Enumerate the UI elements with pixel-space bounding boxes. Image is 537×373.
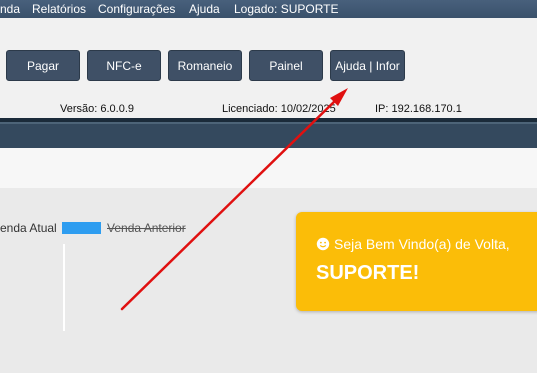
menu-item-ajuda[interactable]: Ajuda <box>189 2 220 16</box>
legend-current-swatch[interactable] <box>62 222 101 234</box>
sub-header <box>0 148 537 188</box>
welcome-greeting: Seja Bem Vindo(a) de Volta, <box>334 236 510 252</box>
smile-icon <box>316 237 330 251</box>
ajuda-info-button[interactable]: Ajuda | Infor <box>330 50 405 81</box>
menu-item-venda[interactable]: nda <box>0 2 20 16</box>
menu-bar: nda Relatórios Configurações Ajuda Logad… <box>0 0 537 18</box>
painel-button[interactable]: Painel <box>249 50 323 81</box>
welcome-card: Seja Bem Vindo(a) de Volta, SUPORTE! <box>296 212 537 311</box>
header-band-highlight <box>0 122 537 124</box>
logged-user-label: Logado: SUPORTE <box>234 2 339 16</box>
ip-label: IP: 192.168.170.1 <box>375 103 462 115</box>
welcome-greeting-row: Seja Bem Vindo(a) de Volta, <box>316 236 510 252</box>
welcome-user-name: SUPORTE! <box>316 262 420 284</box>
menu-item-relatorios[interactable]: Relatórios <box>32 2 86 16</box>
legend-previous-label[interactable]: Venda Anterior <box>107 221 186 235</box>
chart-axis <box>63 244 65 331</box>
nfce-button[interactable]: NFC-e <box>87 50 161 81</box>
license-label: Licenciado: 10/02/2025 <box>222 103 336 115</box>
menu-item-configuracoes[interactable]: Configurações <box>98 2 175 16</box>
pagar-button[interactable]: Pagar <box>6 50 80 81</box>
version-label: Versão: 6.0.0.9 <box>60 103 134 115</box>
legend-current-label: enda Atual <box>0 221 57 235</box>
romaneio-button[interactable]: Romaneio <box>168 50 242 81</box>
